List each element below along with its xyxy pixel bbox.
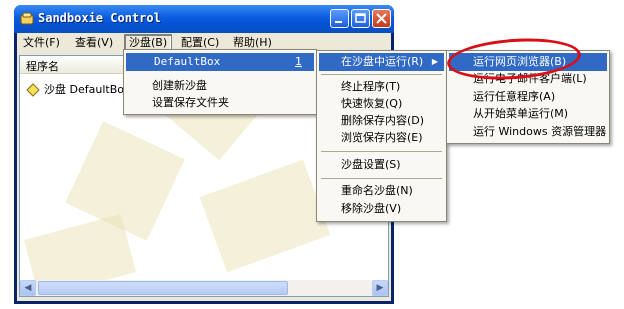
menu-file[interactable]: 文件(F) (19, 35, 64, 51)
menu-item-sandbox-settings[interactable]: 沙盘设置(S) (319, 156, 444, 174)
chevron-right-icon: ▶ (376, 283, 384, 293)
scrollbar-thumb[interactable] (38, 281, 288, 295)
menu-item-quick-recovery[interactable]: 快速恢复(Q) (319, 95, 444, 113)
scroll-right-button[interactable]: ▶ (372, 280, 388, 296)
sandboxie-app-icon (20, 12, 34, 25)
title-bar[interactable]: Sandboxie Control (14, 5, 394, 33)
menu-item-run-windows-explorer[interactable]: 运行 Windows 资源管理器 (449, 123, 607, 141)
menu-view[interactable]: 查看(V) (71, 35, 117, 51)
list-item[interactable]: 沙盘 DefaultBox (26, 82, 130, 98)
column-header-label: 程序名 (26, 60, 59, 73)
close-icon (376, 13, 387, 24)
menu-separator (321, 74, 442, 75)
close-button[interactable] (372, 9, 391, 28)
box-submenu: 在沙盘中运行(R) ▶ 终止程序(T) 快速恢复(Q) 删除保存内容(D) 浏览… (316, 50, 447, 222)
menu-item-set-container-folder[interactable]: 设置保存文件夹 (126, 94, 314, 112)
sandbox-diamond-icon (26, 83, 40, 97)
minimize-button[interactable] (330, 9, 349, 28)
background-watermark (199, 159, 331, 273)
menu-item-create-sandbox[interactable]: 创建新沙盘 (126, 77, 314, 95)
scroll-left-button[interactable]: ◀ (20, 280, 36, 296)
minimize-icon (335, 21, 342, 23)
menu-item-explore-contents[interactable]: 浏览保存内容(E) (319, 129, 444, 147)
menu-item-run-sandboxed[interactable]: 在沙盘中运行(R) ▶ (319, 53, 444, 71)
shortcut-key: 1 (295, 55, 302, 68)
sandbox-menu: DefaultBox 1 创建新沙盘 设置保存文件夹 (123, 49, 317, 115)
menu-item-defaultbox[interactable]: DefaultBox 1 (126, 53, 314, 71)
menu-item-rename-sandbox[interactable]: 重命名沙盘(N) (319, 182, 444, 200)
list-item-label: 沙盘 DefaultBox (44, 83, 131, 96)
menu-item-remove-sandbox[interactable]: 移除沙盘(V) (319, 200, 444, 218)
menu-separator (321, 151, 442, 152)
menu-item-delete-contents[interactable]: 删除保存内容(D) (319, 112, 444, 130)
horizontal-scrollbar[interactable]: ◀ ▶ (20, 280, 388, 296)
menu-item-run-any-program[interactable]: 运行任意程序(A) (449, 88, 607, 106)
chevron-left-icon: ◀ (24, 283, 32, 293)
window-title: Sandboxie Control (38, 11, 161, 25)
menu-separator (321, 178, 442, 179)
menu-item-run-from-start-menu[interactable]: 从开始菜单运行(M) (449, 105, 607, 123)
submenu-arrow-icon: ▶ (431, 57, 438, 66)
menu-item-terminate-programs[interactable]: 终止程序(T) (319, 78, 444, 96)
maximize-button[interactable] (351, 9, 370, 28)
maximize-icon (355, 13, 366, 23)
